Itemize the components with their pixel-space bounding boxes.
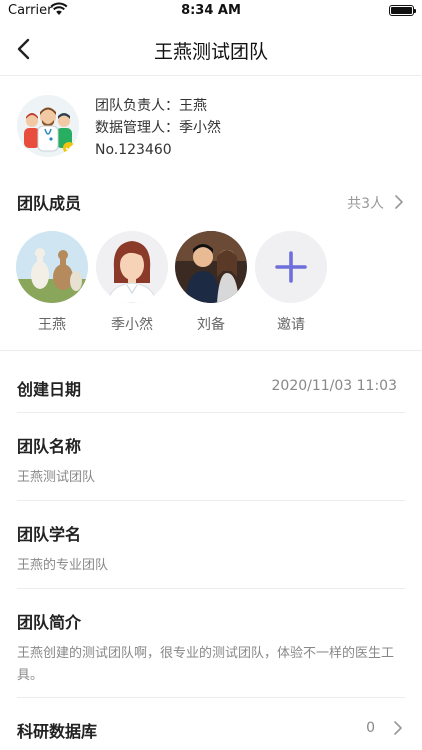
member-name: 季小然 (111, 317, 153, 333)
navigation-bar: 王燕测试团队 (0, 22, 422, 76)
row-divider (17, 412, 405, 413)
doctors-illustration-icon (17, 95, 79, 157)
members-list: 王燕 季小然 刘备 邀请 (0, 231, 422, 336)
team-avatar (17, 95, 79, 157)
members-title: 团队成员 (17, 194, 82, 213)
invite-member-button[interactable]: 邀请 (255, 231, 327, 334)
member-avatar (96, 231, 168, 303)
team-leader: 团队负责人：王燕 (95, 98, 207, 114)
chevron-right-icon (395, 195, 403, 209)
row-divider (17, 697, 405, 698)
team-name-row[interactable]: 团队名称 王燕测试团队 (17, 433, 405, 489)
members-header[interactable]: 团队成员 共3人 (0, 190, 422, 218)
page-title: 王燕测试团队 (153, 41, 268, 63)
status-bar: Carrier 8:34 AM (0, 0, 422, 22)
created-date-value: 2020/11/03 11:03 (271, 378, 398, 394)
member-name: 王燕 (38, 317, 66, 333)
plus-icon (255, 231, 327, 303)
clock: 8:34 AM (181, 3, 241, 18)
created-date-row: 创建日期 2020/11/03 11:03 (17, 376, 405, 400)
alpaca-photo-icon (16, 231, 88, 303)
battery-icon (389, 5, 416, 16)
scientific-name-row[interactable]: 团队学名 王燕的专业团队 (17, 521, 405, 577)
members-count: 共3人 (347, 196, 384, 212)
scientific-name-value: 王燕的专业团队 (17, 558, 109, 573)
research-database-count: 0 (366, 720, 375, 736)
member-item[interactable]: 刘备 (175, 231, 247, 334)
team-name-label: 团队名称 (17, 437, 82, 456)
invite-label: 邀请 (277, 317, 305, 333)
member-item[interactable]: 季小然 (96, 231, 168, 334)
team-intro-row[interactable]: 团队简介 王燕创建的测试团队啊，很专业的测试团队，体验不一样的医生工具。 (17, 609, 405, 687)
research-database-row[interactable]: 科研数据库 0 (17, 718, 405, 742)
team-header: 团队负责人：王燕 数据管理人：季小然 No.123460 (0, 77, 422, 173)
member-item[interactable]: 王燕 (16, 231, 88, 334)
research-database-label: 科研数据库 (17, 722, 98, 741)
team-number: No.123460 (95, 142, 172, 158)
female-avatar-icon (96, 231, 168, 303)
team-info: 团队负责人：王燕 数据管理人：季小然 No.123460 (95, 95, 221, 161)
chevron-right-icon (394, 721, 402, 735)
member-avatar (175, 231, 247, 303)
member-avatar (16, 231, 88, 303)
row-divider (17, 588, 405, 589)
member-name: 刘备 (197, 317, 225, 333)
team-intro-label: 团队简介 (17, 613, 82, 632)
team-name-value: 王燕测试团队 (17, 470, 96, 485)
section-divider (0, 350, 422, 351)
team-intro-value: 王燕创建的测试团队啊，很专业的测试团队，体验不一样的医生工具。 (17, 646, 395, 683)
family-photo-icon (175, 231, 247, 303)
team-data-manager: 数据管理人：季小然 (95, 120, 221, 136)
row-divider (17, 500, 405, 501)
invite-avatar (255, 231, 327, 303)
scientific-name-label: 团队学名 (17, 525, 82, 544)
